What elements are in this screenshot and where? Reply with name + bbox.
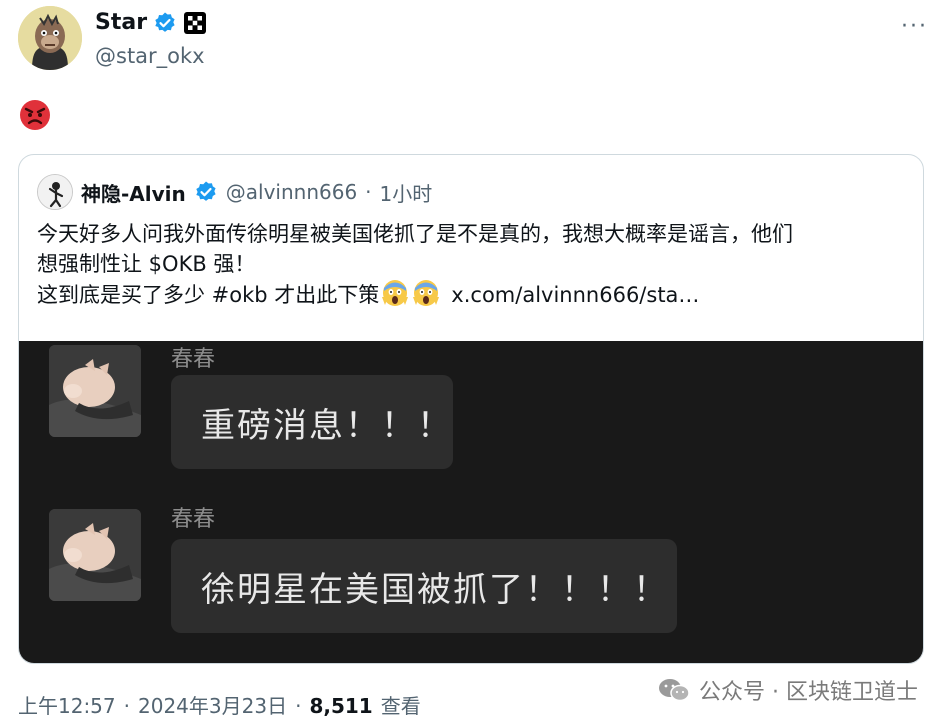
author-display-name[interactable]: Star bbox=[95, 10, 147, 35]
quoted-timestamp[interactable]: 1小时 bbox=[380, 178, 433, 207]
chat-avatar bbox=[49, 509, 141, 601]
quoted-text-line-2: 想强制性让 $OKB 强！ bbox=[37, 252, 256, 276]
quoted-display-name[interactable]: 神隐-Alvin bbox=[81, 178, 186, 207]
author-avatar[interactable] bbox=[18, 6, 82, 70]
watermark: 公众号 · 区块链卫道士 bbox=[657, 674, 918, 706]
face-screaming-in-fear-emoji-icon bbox=[413, 280, 440, 306]
quoted-author-avatar[interactable] bbox=[37, 174, 73, 210]
bored-ape-avatar-icon bbox=[18, 6, 82, 70]
watermark-text: 公众号 · 区块链卫道士 bbox=[699, 680, 918, 705]
quoted-tweet-text: 今天好多人问我外面传徐明星被美国佬抓了是不是真的，我想大概率是谣言，他们 想强制… bbox=[37, 219, 907, 310]
chat-message-bubble: 徐明星在美国被抓了！！！！ bbox=[171, 539, 677, 633]
author-name-row: Star bbox=[95, 10, 207, 35]
quoted-text-line-3: 这到底是买了多少 #okb 才出此下策 x.com/alvinnn666/sta… bbox=[37, 279, 907, 310]
angry-face-emoji-icon bbox=[20, 100, 50, 130]
quoted-avatar-icon bbox=[38, 175, 72, 209]
face-screaming-in-fear-emoji-icon bbox=[382, 280, 409, 306]
quoted-tweet-card[interactable]: 神隐-Alvin @alvinnn666 · 1小时 今天好多人问我外面传徐明星… bbox=[18, 154, 924, 664]
more-options-icon[interactable]: ··· bbox=[901, 14, 928, 39]
chat-avatar bbox=[49, 345, 141, 437]
quoted-verified-badge-icon bbox=[196, 181, 216, 201]
wechat-icon bbox=[659, 679, 690, 702]
views-label: 查看 bbox=[380, 694, 421, 718]
meta-separator: · bbox=[123, 694, 130, 718]
quoted-tweet-link[interactable]: x.com/alvinnn666/sta… bbox=[451, 283, 699, 307]
tweet-date[interactable]: 2024年3月23日 bbox=[138, 690, 287, 719]
pig-plush-avatar-icon bbox=[49, 509, 141, 601]
pig-plush-avatar-icon bbox=[49, 345, 141, 437]
verified-badge-icon bbox=[155, 12, 175, 32]
author-handle[interactable]: @star_okx bbox=[95, 44, 205, 68]
chat-sender-name: 春春 bbox=[171, 347, 216, 372]
quoted-text-line-1: 今天好多人问我外面传徐明星被美国佬抓了是不是真的，我想大概率是谣言，他们 bbox=[37, 222, 793, 246]
tweet-metadata: 上午12:57 · 2024年3月23日 · 8,511 查看 bbox=[18, 690, 421, 719]
views-count[interactable]: 8,511 bbox=[309, 694, 372, 718]
tweet-time[interactable]: 上午12:57 bbox=[18, 690, 116, 719]
meta-separator: · bbox=[295, 694, 302, 718]
quoted-text-line-3-body: 这到底是买了多少 #okb 才出此下策 bbox=[37, 283, 380, 307]
chat-sender-name: 春春 bbox=[171, 507, 216, 532]
tweet-author-header: Star @star_okx ··· bbox=[18, 6, 928, 70]
chat-message-bubble: 重磅消息！！！ bbox=[171, 375, 453, 469]
quoted-tweet-header: 神隐-Alvin @alvinnn666 · 1小时 bbox=[37, 173, 432, 211]
quoted-handle[interactable]: @alvinnn666 bbox=[226, 180, 357, 204]
quoted-separator: · bbox=[365, 180, 372, 204]
okx-logo-badge-icon[interactable] bbox=[183, 11, 207, 35]
quoted-media-image[interactable]: 春春 重磅消息！！！ 春春 徐明星在美国被抓了！！！！ bbox=[19, 341, 923, 663]
